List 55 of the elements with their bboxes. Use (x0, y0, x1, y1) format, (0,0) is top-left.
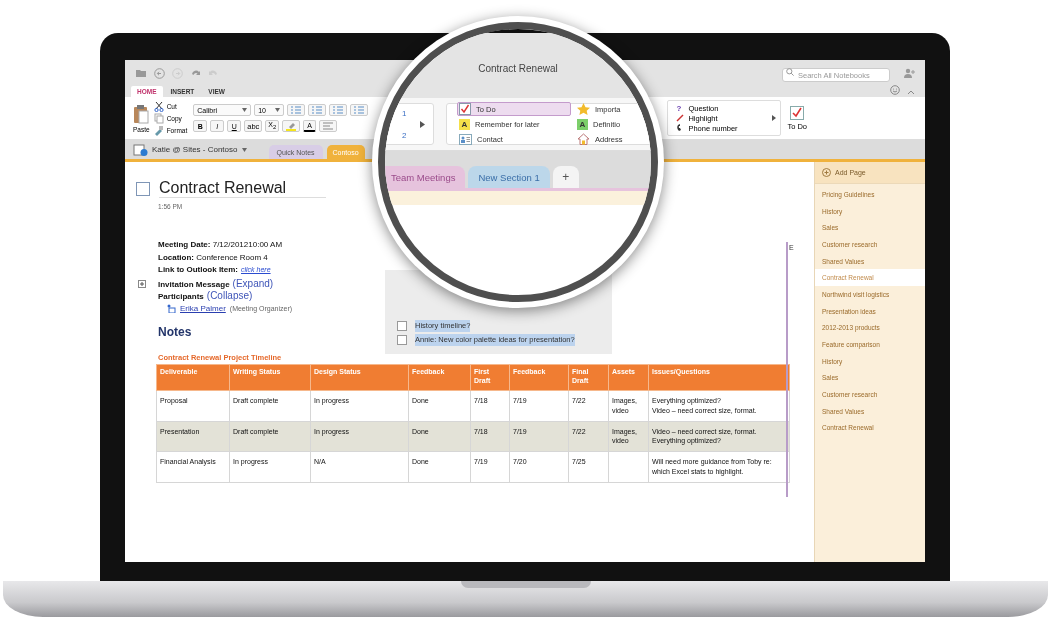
checkbox-icon (790, 105, 805, 120)
align-icon (323, 122, 333, 130)
detail-text: Link to Outlook Item: (158, 265, 238, 274)
checkbox[interactable] (397, 321, 407, 331)
dropdown-arrow-icon (241, 147, 247, 152)
page-title: Contract Renewal (159, 179, 327, 198)
back-icon[interactable] (154, 67, 165, 79)
notes-heading: Notes (158, 325, 192, 339)
caret-up-icon[interactable] (907, 89, 915, 95)
question-icon: ? (676, 103, 685, 113)
expand-arrow-icon[interactable] (772, 115, 777, 121)
notebook-icon (133, 143, 148, 156)
detail-text: Invitation Message (158, 279, 230, 289)
undo-icon[interactable] (190, 68, 201, 78)
brush-icon (153, 124, 164, 136)
style-item[interactable]: 1 (402, 108, 420, 118)
clipboard-icon (133, 103, 150, 124)
checkbox[interactable] (397, 335, 407, 345)
indent-button[interactable] (350, 104, 369, 116)
detail-text: Meeting Date: 7/12/201210:00 AM (158, 240, 283, 249)
detail-text: Location: Conference Room 4 (158, 252, 268, 262)
expand-icon[interactable] (138, 279, 146, 288)
link[interactable]: Erika Palmer (180, 304, 226, 314)
checkbox[interactable] (136, 181, 150, 196)
star-icon (577, 103, 590, 115)
outdent-button[interactable] (329, 104, 348, 116)
section-tab[interactable]: New Section 1 (468, 166, 550, 188)
bullets-icon (291, 106, 302, 114)
dropdown-arrow-icon (275, 108, 281, 112)
style-item[interactable]: 2 (402, 130, 420, 140)
detail-text: Participants (158, 292, 204, 301)
letter-icon: A (459, 118, 470, 130)
section-tab[interactable]: Team Meetings (385, 166, 466, 188)
link[interactable]: (Expand) (232, 277, 274, 289)
smiley-icon[interactable] (890, 85, 900, 95)
highlight-button[interactable] (282, 120, 301, 132)
copy-icon (153, 112, 164, 124)
person-icon (166, 304, 176, 314)
folder-icon[interactable] (135, 68, 147, 78)
expand-arrow-icon[interactable] (420, 120, 425, 128)
add-person-icon[interactable] (903, 68, 915, 78)
notebook-picker[interactable]: Katie @ Sites - Contoso (133, 140, 247, 159)
dropdown-arrow-icon (242, 108, 248, 112)
numbering-button[interactable] (308, 104, 327, 116)
align-button[interactable] (319, 120, 337, 132)
window-title: Contract Renewal (478, 63, 558, 75)
highlighter-icon (286, 121, 297, 131)
bullets-button[interactable] (287, 104, 306, 116)
pen-icon (676, 114, 685, 122)
link[interactable]: (Collapse) (206, 290, 253, 301)
plus-circle-icon (822, 168, 831, 177)
add-section-button[interactable]: + (552, 166, 579, 188)
scissors-icon (153, 100, 164, 112)
search-icon (786, 67, 794, 76)
letter-icon: A (577, 118, 588, 130)
